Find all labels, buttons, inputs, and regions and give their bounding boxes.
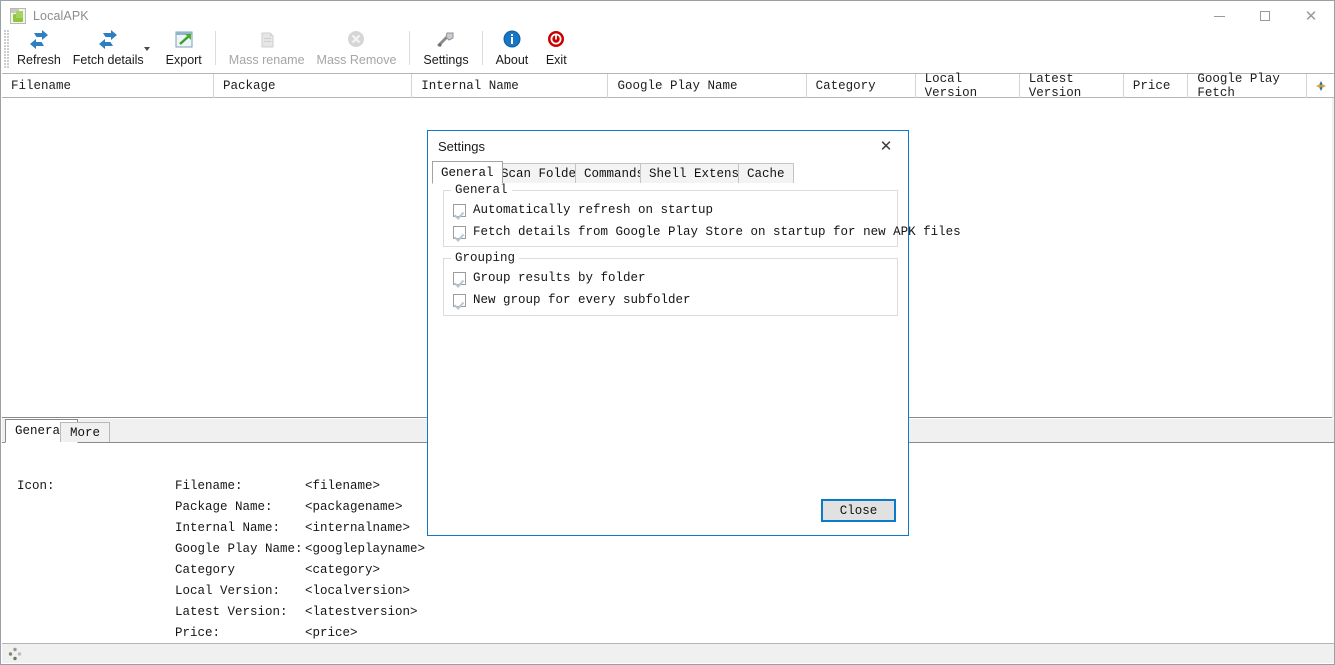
main-toolbar: Refresh Fetch details Export Mass rename…: [1, 27, 1334, 73]
detail-label-package-name: Package Name:: [175, 500, 273, 514]
column-header-package[interactable]: Package: [214, 73, 413, 98]
power-circle-icon: [544, 29, 568, 51]
detail-value-price: <price>: [305, 626, 358, 640]
detail-value-filename: <filename>: [305, 479, 381, 493]
detail-label-internal-name: Internal Name:: [175, 521, 281, 535]
toolbar-exit-label: Exit: [545, 53, 567, 67]
checkbox-icon[interactable]: [453, 271, 466, 285]
detail-value-latest-version: <latestversion>: [305, 605, 418, 619]
refresh-arrow-icon: [27, 29, 51, 51]
column-header-internal-name[interactable]: Internal Name: [412, 73, 609, 98]
column-header-category[interactable]: Category: [807, 73, 916, 98]
toolbar-mass-remove-label: Mass Remove: [316, 53, 397, 67]
export-arrow-icon: [172, 29, 196, 51]
settings-group-general: General Automatically refresh on startup…: [443, 183, 961, 247]
toolbar-mass-rename-button[interactable]: Mass rename: [223, 27, 311, 71]
tab-more-label: More: [70, 425, 101, 440]
toolbar-separator: [481, 31, 483, 65]
settings-tab-commands-label: Commands: [584, 166, 645, 181]
status-bar: [2, 643, 1334, 663]
toolbar-separator: [214, 31, 216, 65]
settings-tab-general[interactable]: General: [432, 161, 503, 184]
toolbar-settings-button[interactable]: Settings: [417, 27, 474, 71]
toolbar-settings-label: Settings: [423, 53, 469, 67]
list-column-header: Filename Package Internal Name Google Pl…: [2, 72, 1334, 100]
detail-icon-label: Icon:: [17, 479, 55, 493]
detail-label-filename: Filename:: [175, 479, 243, 493]
detail-label-local-version: Local Version:: [175, 584, 281, 598]
column-header-latest-version[interactable]: Latest Version: [1020, 72, 1124, 100]
toolbar-export-button[interactable]: Export: [160, 27, 208, 71]
detail-label-price: Price:: [175, 626, 221, 640]
checkbox-icon[interactable]: [453, 203, 466, 217]
settings-close-button[interactable]: Close: [821, 499, 896, 522]
toolbar-export-label: Export: [165, 53, 202, 67]
detail-value-internal-name: <internalname>: [305, 521, 411, 535]
localapk-window: LocalAPK ✕ Refresh Fetch details Export …: [0, 0, 1335, 665]
checkbox-new-group-every-subfolder-label: New group for every subfolder: [473, 293, 691, 307]
busy-diamond-icon: [8, 647, 22, 661]
settings-tab-cache-label: Cache: [747, 166, 785, 181]
checkbox-group-results-by-folder-label: Group results by folder: [473, 271, 646, 285]
detail-value-package-name: <packagename>: [305, 500, 403, 514]
settings-tabstrip: General Scan Folders Commands Shell Exte…: [429, 161, 908, 184]
apk-file-icon: [10, 8, 26, 24]
detail-label-category: Category: [175, 563, 236, 577]
checkbox-group-results-by-folder[interactable]: Group results by folder: [453, 271, 646, 285]
toolbar-mass-rename-label: Mass rename: [228, 53, 305, 67]
info-circle-icon: [500, 29, 524, 51]
settings-group-grouping: Grouping Group results by folder New gro…: [443, 251, 898, 316]
detail-value-category: <category>: [305, 563, 381, 577]
toolbar-refresh-button[interactable]: Refresh: [11, 27, 67, 71]
document-icon: [255, 29, 279, 51]
detail-label-google-play-name: Google Play Name:: [175, 542, 303, 556]
settings-dialog-body: General Automatically refresh on startup…: [429, 183, 961, 534]
settings-tab-cache[interactable]: Cache: [738, 163, 794, 183]
window-title: LocalAPK: [33, 9, 89, 23]
toolbar-fetch-details-label: Fetch details: [72, 53, 144, 67]
column-header-local-version[interactable]: Local Version: [916, 72, 1020, 100]
detail-value-google-play-name: <googleplayname>: [305, 542, 426, 556]
checkbox-auto-refresh-on-startup-label: Automatically refresh on startup: [473, 203, 714, 217]
chevron-down-icon[interactable]: [143, 47, 150, 51]
settings-group-grouping-caption: Grouping: [451, 251, 520, 265]
detail-value-local-version: <localversion>: [305, 584, 411, 598]
checkbox-fetch-details-on-startup-label: Fetch details from Google Play Store on …: [473, 225, 961, 239]
tab-more[interactable]: More: [60, 422, 111, 442]
toolbar-fetch-details-button[interactable]: Fetch details: [67, 27, 150, 71]
checkbox-icon[interactable]: [453, 293, 466, 307]
settings-dialog-titlebar: Settings ✕: [428, 131, 908, 161]
sort-marker-icon[interactable]: [1307, 74, 1334, 98]
wrench-icon: [434, 29, 458, 51]
column-header-google-play-fetch[interactable]: Google Play Fetch: [1188, 72, 1308, 100]
settings-dialog: Settings ✕ General Scan Folders Commands…: [427, 130, 961, 536]
refresh-arrow-icon: [96, 29, 120, 51]
toolbar-about-label: About: [495, 53, 529, 67]
settings-group-general-caption: General: [451, 183, 512, 197]
toolbar-grip[interactable]: [4, 30, 10, 68]
settings-tab-general-label: General: [441, 165, 494, 180]
detail-label-latest-version: Latest Version:: [175, 605, 288, 619]
settings-dialog-title: Settings: [438, 138, 485, 154]
column-header-price[interactable]: Price: [1124, 73, 1189, 98]
checkbox-auto-refresh-on-startup[interactable]: Automatically refresh on startup: [453, 203, 713, 217]
settings-dialog-close-icon[interactable]: ✕: [864, 131, 908, 161]
column-header-filename[interactable]: Filename: [2, 73, 215, 98]
remove-circle-icon: [344, 29, 368, 51]
checkbox-fetch-details-on-startup[interactable]: Fetch details from Google Play Store on …: [453, 225, 961, 239]
toolbar-separator: [409, 31, 411, 65]
toolbar-refresh-label: Refresh: [17, 53, 61, 67]
list-vertical-scrollbar[interactable]: [1332, 98, 1334, 418]
toolbar-about-button[interactable]: About: [490, 27, 535, 71]
column-header-google-play-name[interactable]: Google Play Name: [608, 73, 807, 98]
toolbar-exit-button[interactable]: Exit: [534, 27, 578, 71]
checkbox-new-group-every-subfolder[interactable]: New group for every subfolder: [453, 293, 691, 307]
checkbox-icon[interactable]: [453, 225, 466, 239]
toolbar-mass-remove-button[interactable]: Mass Remove: [311, 27, 403, 71]
